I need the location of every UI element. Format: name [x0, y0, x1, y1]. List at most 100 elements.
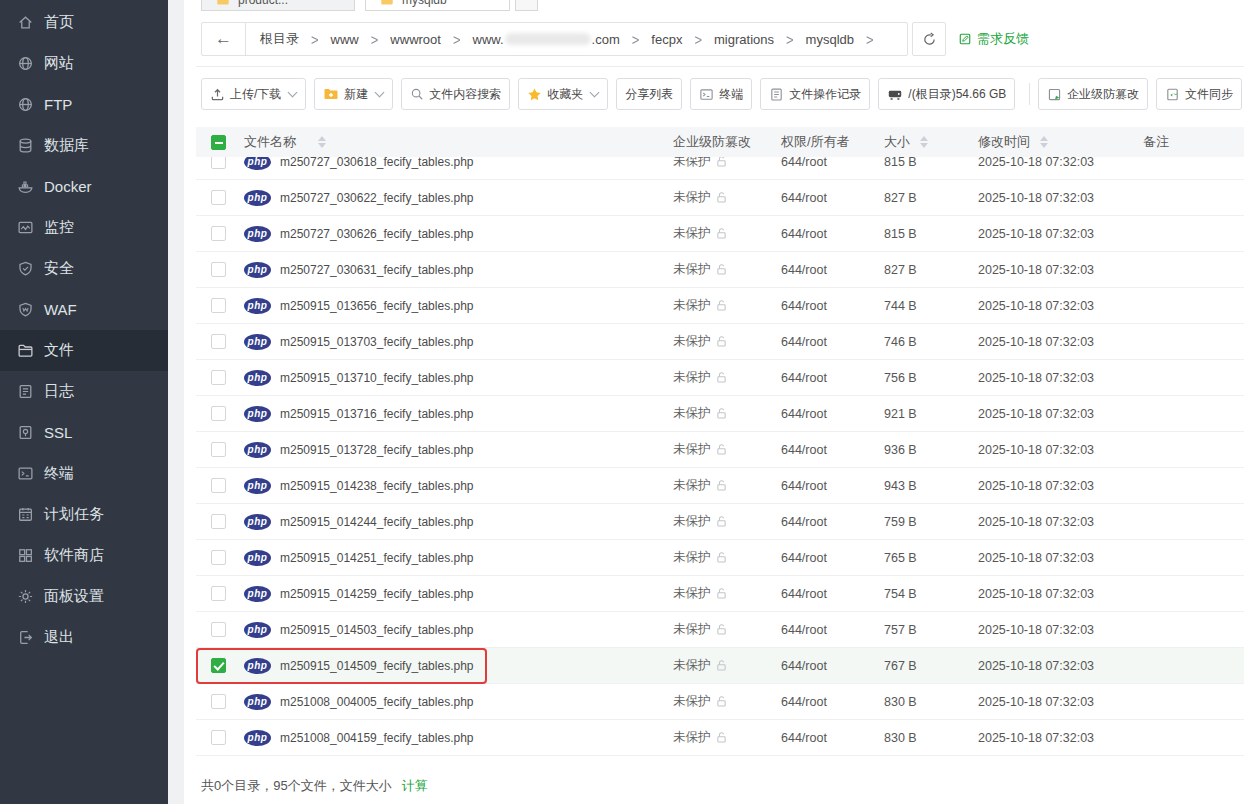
sidebar-item-home[interactable]: 首页 — [0, 2, 168, 43]
breadcrumb-migrations[interactable]: migrations — [714, 32, 774, 47]
sidebar-item-panel-settings[interactable]: 面板设置 — [0, 576, 168, 617]
table-row[interactable]: php m250915_014244_fecify_tables.php 未保护… — [196, 504, 1244, 540]
table-row[interactable]: php m250727_030631_fecify_tables.php 未保护… — [196, 252, 1244, 288]
column-header-mtime[interactable]: 修改时间 — [978, 133, 1030, 151]
file-name[interactable]: m250727_030631_fecify_tables.php — [280, 263, 474, 277]
terminal-button[interactable]: 终端 — [690, 78, 752, 110]
file-name[interactable]: m250915_014509_fecify_tables.php — [280, 659, 474, 673]
sort-icon[interactable] — [318, 136, 326, 148]
sidebar-item-files[interactable]: 文件 — [0, 330, 168, 371]
table-row[interactable]: php m251008_004005_fecify_tables.php 未保护… — [196, 684, 1244, 720]
file-name[interactable]: m250915_013716_fecify_tables.php — [280, 407, 474, 421]
row-checkbox[interactable] — [211, 370, 226, 385]
tamper-proof-button[interactable]: 企业级防篡改 — [1038, 78, 1148, 110]
sort-icon[interactable] — [920, 136, 928, 148]
file-name[interactable]: m250915_014244_fecify_tables.php — [280, 515, 474, 529]
refresh-button[interactable] — [912, 22, 946, 56]
table-row[interactable]: php m250915_013716_fecify_tables.php 未保护… — [196, 396, 1244, 432]
file-name[interactable]: m250727_030622_fecify_tables.php — [280, 191, 474, 205]
tamper-status: 未保护 — [673, 513, 711, 530]
sidebar-item-docker[interactable]: Docker — [0, 166, 168, 207]
row-checkbox[interactable] — [211, 190, 226, 205]
sidebar-item-logout[interactable]: 退出 — [0, 617, 168, 658]
file-name[interactable]: m250727_030618_fecify_tables.php — [280, 157, 474, 169]
breadcrumb-root[interactable]: 根目录 — [260, 30, 299, 48]
file-name[interactable]: m250915_013728_fecify_tables.php — [280, 443, 474, 457]
table-row[interactable]: php m250915_013656_fecify_tables.php 未保护… — [196, 288, 1244, 324]
sidebar-item-website[interactable]: 网站 — [0, 43, 168, 84]
disk-root-button[interactable]: /(根目录)54.66 GB — [878, 78, 1015, 110]
row-checkbox[interactable] — [211, 622, 226, 637]
table-row[interactable]: php m250915_014251_fecify_tables.php 未保护… — [196, 540, 1244, 576]
file-name[interactable]: m251008_004159_fecify_tables.php — [280, 731, 474, 745]
file-sync-button[interactable]: 文件同步 — [1156, 78, 1242, 110]
row-checkbox[interactable] — [211, 298, 226, 313]
breadcrumb-domain[interactable]: www..com — [473, 32, 620, 47]
sidebar-item-security[interactable]: 安全 — [0, 248, 168, 289]
row-checkbox[interactable] — [211, 406, 226, 421]
sidebar-item-ssl[interactable]: SSL — [0, 412, 168, 453]
row-checkbox[interactable] — [211, 478, 226, 493]
table-row[interactable]: php m250915_014503_fecify_tables.php 未保护… — [196, 612, 1244, 648]
row-checkbox[interactable] — [211, 157, 226, 169]
column-header-size[interactable]: 大小 — [884, 133, 910, 151]
table-row[interactable]: php m250915_013703_fecify_tables.php 未保护… — [196, 324, 1244, 360]
table-row[interactable]: php m250915_014259_fecify_tables.php 未保护… — [196, 576, 1244, 612]
sidebar-item-ftp[interactable]: FTP — [0, 84, 168, 125]
file-name[interactable]: m250915_014503_fecify_tables.php — [280, 623, 474, 637]
table-row[interactable]: php m250727_030618_fecify_tables.php 未保护… — [196, 157, 1244, 180]
file-name[interactable]: m250727_030626_fecify_tables.php — [280, 227, 474, 241]
row-checkbox[interactable] — [211, 226, 226, 241]
file-name[interactable]: m250915_014251_fecify_tables.php — [280, 551, 474, 565]
row-checkbox[interactable] — [211, 514, 226, 529]
file-name[interactable]: m251008_004005_fecify_tables.php — [280, 695, 474, 709]
table-row[interactable]: php m250915_014238_fecify_tables.php 未保护… — [196, 468, 1244, 504]
file-name[interactable]: m250915_013703_fecify_tables.php — [280, 335, 474, 349]
table-row[interactable]: php m250915_013710_fecify_tables.php 未保护… — [196, 360, 1244, 396]
sidebar-item-terminal[interactable]: 终端 — [0, 453, 168, 494]
row-checkbox[interactable] — [211, 694, 226, 709]
file-name[interactable]: m250915_014238_fecify_tables.php — [280, 479, 474, 493]
tab-product[interactable]: product... — [201, 0, 355, 11]
sidebar-item-cron[interactable]: 计划任务 — [0, 494, 168, 535]
share-list-button[interactable]: 分享列表 — [616, 78, 682, 110]
table-row[interactable]: php m250727_030622_fecify_tables.php 未保护… — [196, 180, 1244, 216]
table-row[interactable]: php m250915_013728_fecify_tables.php 未保护… — [196, 432, 1244, 468]
tab-mysqldb[interactable]: mysqldb — [365, 0, 510, 11]
sidebar-item-waf[interactable]: WAF — [0, 289, 168, 330]
sidebar-item-database[interactable]: 数据库 — [0, 125, 168, 166]
php-file-icon: php — [244, 658, 271, 674]
calculate-link[interactable]: 计算 — [402, 777, 428, 795]
favorites-button[interactable]: 收藏夹 — [518, 78, 608, 110]
breadcrumb-wwwroot[interactable]: wwwroot — [390, 32, 441, 47]
new-button[interactable]: 新建 — [314, 78, 393, 110]
table-row[interactable]: php m250727_030626_fecify_tables.php 未保护… — [196, 216, 1244, 252]
file-name[interactable]: m250915_013710_fecify_tables.php — [280, 371, 474, 385]
select-all-checkbox[interactable] — [211, 135, 226, 150]
row-checkbox[interactable] — [211, 730, 226, 745]
row-checkbox[interactable] — [211, 334, 226, 349]
sidebar-item-app-store[interactable]: 软件商店 — [0, 535, 168, 576]
file-name[interactable]: m250915_014259_fecify_tables.php — [280, 587, 474, 601]
table-row[interactable]: php m251008_004159_fecify_tables.php 未保护… — [196, 720, 1244, 756]
breadcrumb-www[interactable]: www — [331, 32, 359, 47]
sidebar-item-monitor[interactable]: 监控 — [0, 207, 168, 248]
back-button[interactable]: ← — [202, 23, 246, 55]
breadcrumb-mysqldb[interactable]: mysqldb — [806, 32, 854, 47]
row-checkbox[interactable] — [211, 586, 226, 601]
row-checkbox[interactable] — [211, 442, 226, 457]
file-oplog-button[interactable]: 文件操作记录 — [760, 78, 870, 110]
sort-icon[interactable] — [1040, 136, 1048, 148]
tab-add-button[interactable] — [515, 0, 538, 11]
upload-download-button[interactable]: 上传/下载 — [201, 78, 306, 110]
column-header-name[interactable]: 文件名称 — [244, 133, 296, 151]
file-name[interactable]: m250915_013656_fecify_tables.php — [280, 299, 474, 313]
breadcrumb-fecpx[interactable]: fecpx — [651, 32, 682, 47]
content-search-button[interactable]: 文件内容搜索 — [401, 78, 510, 110]
row-checkbox[interactable] — [211, 550, 226, 565]
sidebar-item-logs[interactable]: 日志 — [0, 371, 168, 412]
table-row[interactable]: php m250915_014509_fecify_tables.php 未保护… — [196, 648, 1244, 684]
row-checkbox[interactable] — [211, 262, 226, 277]
row-checkbox[interactable] — [211, 658, 226, 673]
feedback-link[interactable]: 需求反馈 — [958, 30, 1029, 48]
